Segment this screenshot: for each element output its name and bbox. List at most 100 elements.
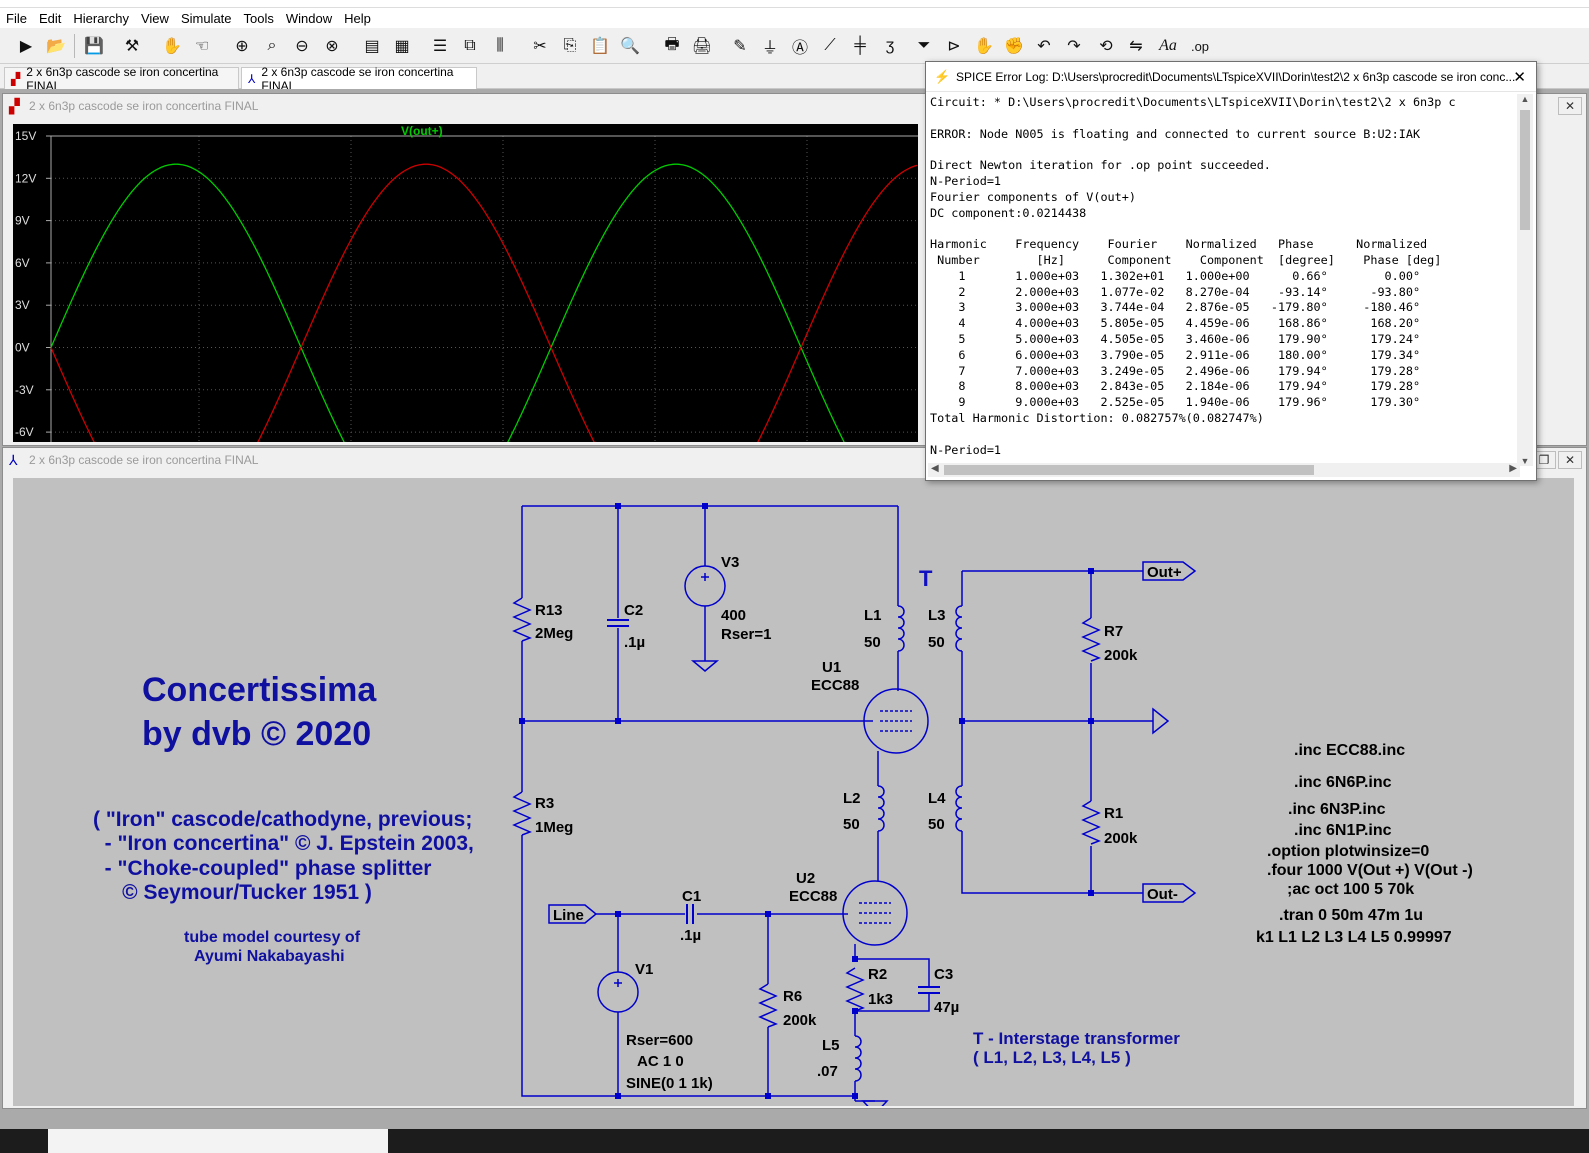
menu-hierarchy[interactable]: Hierarchy: [67, 11, 135, 26]
open-folder-icon[interactable]: 📂: [44, 34, 68, 58]
text-icon[interactable]: Aa: [1156, 34, 1180, 58]
spice-directive[interactable]: .inc ECC88.inc: [1294, 742, 1405, 759]
error-log-title-bar[interactable]: ⚡ SPICE Error Log: D:\Users\procredit\Do…: [926, 62, 1536, 92]
waveform-plot[interactable]: 15V 12V 9V 6V 3V 0V -3V -6V V(out+): [13, 124, 918, 532]
r13-value[interactable]: 2Meg: [535, 625, 573, 642]
cut-icon[interactable]: ✂: [528, 34, 552, 58]
c3-label[interactable]: C3: [934, 966, 953, 983]
trace-label[interactable]: V(out+): [401, 124, 443, 138]
l1-label[interactable]: L1: [864, 607, 882, 624]
taskbar-search-box[interactable]: [48, 1129, 388, 1153]
scroll-thumb[interactable]: [944, 465, 1314, 475]
drag-icon[interactable]: ✊: [1002, 34, 1026, 58]
spice-directive[interactable]: .four 1000 V(Out +) V(Out -): [1267, 862, 1473, 879]
l4-label[interactable]: L4: [928, 790, 946, 807]
horizontal-scrollbar[interactable]: ◀ ▶: [928, 463, 1520, 477]
spice-directive[interactable]: ;ac oct 100 5 70k: [1287, 881, 1414, 898]
transformer-note[interactable]: ( L1, L2, L3, L4, L5 ): [973, 1048, 1131, 1067]
v3-label[interactable]: V3: [721, 554, 739, 571]
scroll-thumb[interactable]: [1520, 110, 1530, 230]
capacitor-icon[interactable]: ╪: [848, 34, 872, 58]
r3-value[interactable]: 1Meg: [535, 819, 573, 836]
tile-vertical-icon[interactable]: ⫼: [488, 34, 512, 58]
u1-label[interactable]: U1: [822, 659, 841, 676]
v1-sine[interactable]: SINE(0 1 1k): [626, 1075, 713, 1092]
v1-ac[interactable]: AC 1 0: [637, 1053, 684, 1070]
vertical-scrollbar[interactable]: ▲ ▼: [1517, 94, 1533, 466]
schematic-title[interactable]: Concertissima: [142, 671, 377, 709]
u1-value[interactable]: ECC88: [811, 677, 859, 694]
redo-icon[interactable]: ↷: [1062, 34, 1086, 58]
component-icon[interactable]: ⊳: [942, 34, 966, 58]
scroll-left-icon[interactable]: ◀: [931, 463, 939, 474]
menu-window[interactable]: Window: [280, 11, 338, 26]
zoom-out-icon[interactable]: ⊖: [290, 34, 314, 58]
out-plus-port[interactable]: Out+: [1147, 564, 1182, 581]
inductor-icon[interactable]: ʒ: [878, 34, 902, 58]
l5-label[interactable]: L5: [822, 1037, 840, 1054]
print-icon[interactable]: 🖶: [660, 34, 684, 58]
menu-edit[interactable]: Edit: [33, 11, 67, 26]
autorange-icon[interactable]: ▤: [360, 34, 384, 58]
description-line[interactable]: - "Choke-coupled" phase splitter: [93, 857, 431, 880]
r1-label[interactable]: R1: [1104, 805, 1123, 822]
v1-label[interactable]: V1: [635, 961, 653, 978]
grid-icon[interactable]: ▦: [390, 34, 414, 58]
schematic-canvas[interactable]: R13 2Meg C2 .1µ V3 400 Rser=1 L1 50 L3 5…: [13, 478, 1574, 1116]
spice-directive[interactable]: .inc 6N6P.inc: [1294, 774, 1392, 791]
c2-label[interactable]: C2: [624, 602, 643, 619]
l3-value[interactable]: 50: [928, 634, 945, 651]
spice-error-log-window[interactable]: ⚡ SPICE Error Log: D:\Users\procredit\Do…: [925, 61, 1537, 481]
r2-label[interactable]: R2: [868, 966, 887, 983]
undo-icon[interactable]: ↶: [1032, 34, 1056, 58]
ground-icon[interactable]: ⏚: [758, 34, 782, 58]
r1-value[interactable]: 200k: [1104, 830, 1138, 847]
spice-directive[interactable]: .tran 0 50m 47m 1u: [1279, 907, 1423, 924]
save-icon[interactable]: 💾: [82, 34, 106, 58]
line-port[interactable]: Line: [553, 907, 584, 924]
r3-label[interactable]: R3: [535, 795, 554, 812]
c1-value[interactable]: .1µ: [680, 927, 701, 944]
menu-help[interactable]: Help: [338, 11, 377, 26]
l1-value[interactable]: 50: [864, 634, 881, 651]
mirror-icon[interactable]: ⇋: [1124, 34, 1148, 58]
paste-icon[interactable]: 📋: [588, 34, 612, 58]
v3-value[interactable]: 400: [721, 607, 746, 624]
draw-wire-icon[interactable]: ✎: [728, 34, 752, 58]
spice-directive-icon[interactable]: .op: [1188, 34, 1212, 58]
l3-label[interactable]: L3: [928, 607, 946, 624]
move-icon[interactable]: ✋: [972, 34, 996, 58]
l4-value[interactable]: 50: [928, 816, 945, 833]
close-icon[interactable]: ✕: [1558, 451, 1582, 469]
error-log-text[interactable]: Circuit: * D:\Users\procredit\Documents\…: [930, 95, 1520, 471]
spice-directive[interactable]: k1 L1 L2 L3 L4 L5 0.99997: [1256, 929, 1452, 946]
spice-directive[interactable]: .inc 6N3P.inc: [1288, 801, 1386, 818]
menu-file[interactable]: File: [0, 11, 33, 26]
find-icon[interactable]: 🔍: [618, 34, 642, 58]
description-line[interactable]: - "Iron concertina" © J. Epstein 2003,: [93, 832, 474, 855]
tab-schematic[interactable]: ⅄ 2 x 6n3p cascode se iron concertina FI…: [241, 65, 477, 93]
u2-label[interactable]: U2: [796, 870, 815, 887]
r6-value[interactable]: 200k: [783, 1012, 817, 1029]
scroll-right-icon[interactable]: ▶: [1509, 463, 1517, 474]
out-minus-port[interactable]: Out-: [1147, 886, 1178, 903]
transformer-note[interactable]: T - Interstage transformer: [973, 1029, 1180, 1048]
cascade-icon[interactable]: ⧉: [458, 34, 482, 58]
r7-label[interactable]: R7: [1104, 623, 1123, 640]
r13-label[interactable]: R13: [535, 602, 563, 619]
description-line[interactable]: ( "Iron" cascode/cathodyne, previous;: [93, 808, 472, 831]
r6-label[interactable]: R6: [783, 988, 802, 1005]
pan-icon[interactable]: ☜: [190, 34, 214, 58]
l2-value[interactable]: 50: [843, 816, 860, 833]
transformer-label[interactable]: T: [919, 566, 933, 591]
credit-line[interactable]: Ayumi Nakabayashi: [194, 948, 345, 965]
c2-value[interactable]: .1µ: [624, 634, 645, 651]
c1-label[interactable]: C1: [682, 888, 701, 905]
description-line[interactable]: © Seymour/Tucker 1951 ): [93, 881, 372, 904]
copy-icon[interactable]: ⎘: [558, 34, 582, 58]
r2-value[interactable]: 1k3: [868, 991, 893, 1008]
v1-rser[interactable]: Rser=600: [626, 1032, 693, 1049]
halt-icon[interactable]: ✋: [160, 34, 184, 58]
u2-value[interactable]: ECC88: [789, 888, 837, 905]
menu-simulate[interactable]: Simulate: [175, 11, 238, 26]
